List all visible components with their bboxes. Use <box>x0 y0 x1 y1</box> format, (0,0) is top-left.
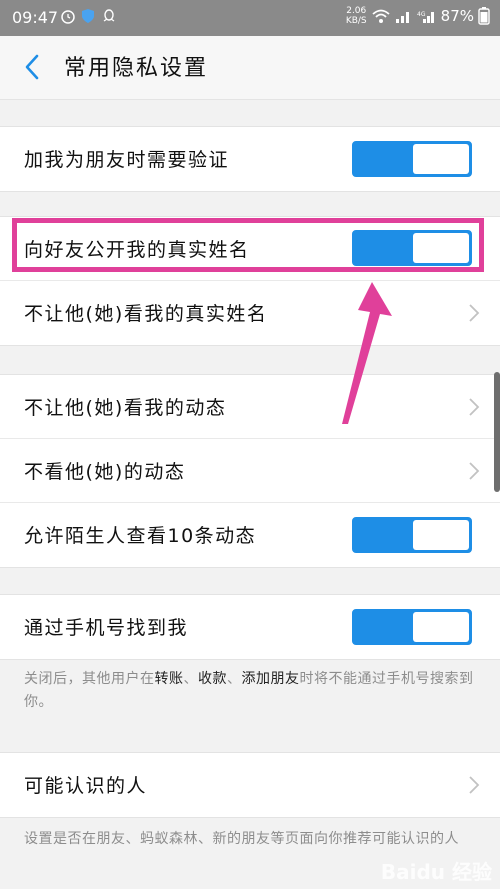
people-may-know-note: 设置是否在朋友、蚂蚁森林、新的朋友等页面向你推荐可能认识的人 <box>24 831 459 847</box>
group-moments: 不让他(她)看我的动态 不看他(她)的动态 允许陌生人查看10条动态 <box>0 374 500 568</box>
find-by-phone-note: 关闭后，其他用户在转账、收款、添加朋友时将不能通过手机号搜索到你。 <box>24 671 474 710</box>
row-not-see-moments[interactable]: 不看他(她)的动态 <box>0 439 500 503</box>
row-label: 不让他(她)看我的动态 <box>24 397 227 419</box>
status-right: 2.06 KB/S 4G 87% <box>346 6 490 26</box>
status-time: 09:47 <box>12 8 59 27</box>
toggle-knob <box>413 520 469 550</box>
toggle-knob <box>413 612 469 642</box>
chevron-right-icon <box>469 304 480 322</box>
chevron-right-icon <box>469 398 480 416</box>
signal-icon <box>395 12 409 23</box>
row-label: 可能认识的人 <box>24 775 148 797</box>
page-title: 常用隐私设置 <box>64 56 209 81</box>
network-speed: 2.06 KB/S <box>345 6 367 26</box>
group-people-may-know: 可能认识的人 <box>0 752 500 818</box>
watermark: Baidu 经验 <box>380 860 492 884</box>
shield-icon <box>82 9 95 23</box>
chevron-right-icon <box>469 776 480 794</box>
row-people-may-know[interactable]: 可能认识的人 <box>0 753 500 817</box>
battery-icon <box>478 7 490 25</box>
find-by-phone-toggle[interactable] <box>352 609 472 645</box>
svg-text:4G: 4G <box>417 11 426 18</box>
row-label: 不看他(她)的动态 <box>24 461 186 483</box>
chevron-right-icon <box>469 462 480 480</box>
row-label: 通过手机号找到我 <box>24 617 189 639</box>
qq-icon <box>103 9 115 22</box>
scrollbar[interactable] <box>494 372 500 492</box>
toggle-knob <box>413 144 469 174</box>
row-label: 加我为朋友时需要验证 <box>24 149 230 171</box>
row-verify-friend: 加我为朋友时需要验证 <box>0 127 500 191</box>
highlight-box <box>12 218 484 272</box>
row-find-by-phone: 通过手机号找到我 <box>0 595 500 659</box>
row-stranger-view: 允许陌生人查看10条动态 <box>0 503 500 567</box>
row-label: 允许陌生人查看10条动态 <box>24 525 257 547</box>
row-hide-moments[interactable]: 不让他(她)看我的动态 <box>0 375 500 439</box>
alarm-icon <box>61 10 75 24</box>
wifi-icon <box>372 9 390 23</box>
status-bar: 09:47 2.06 KB/S 4G 87% <box>0 0 500 36</box>
row-label: 不让他(她)看我的真实姓名 <box>24 303 268 325</box>
group-find-by-phone: 通过手机号找到我 <box>0 594 500 660</box>
status-left-icons <box>60 8 117 24</box>
verify-friend-toggle[interactable] <box>352 141 472 177</box>
stranger-view-toggle[interactable] <box>352 517 472 553</box>
battery-percent: 87% <box>440 7 474 25</box>
header-bar: 常用隐私设置 <box>0 36 500 100</box>
signal-4g-icon: 4G <box>417 11 434 23</box>
row-hide-real-name[interactable]: 不让他(她)看我的真实姓名 <box>0 281 500 345</box>
back-icon[interactable] <box>20 52 44 82</box>
group-verify: 加我为朋友时需要验证 <box>0 126 500 192</box>
